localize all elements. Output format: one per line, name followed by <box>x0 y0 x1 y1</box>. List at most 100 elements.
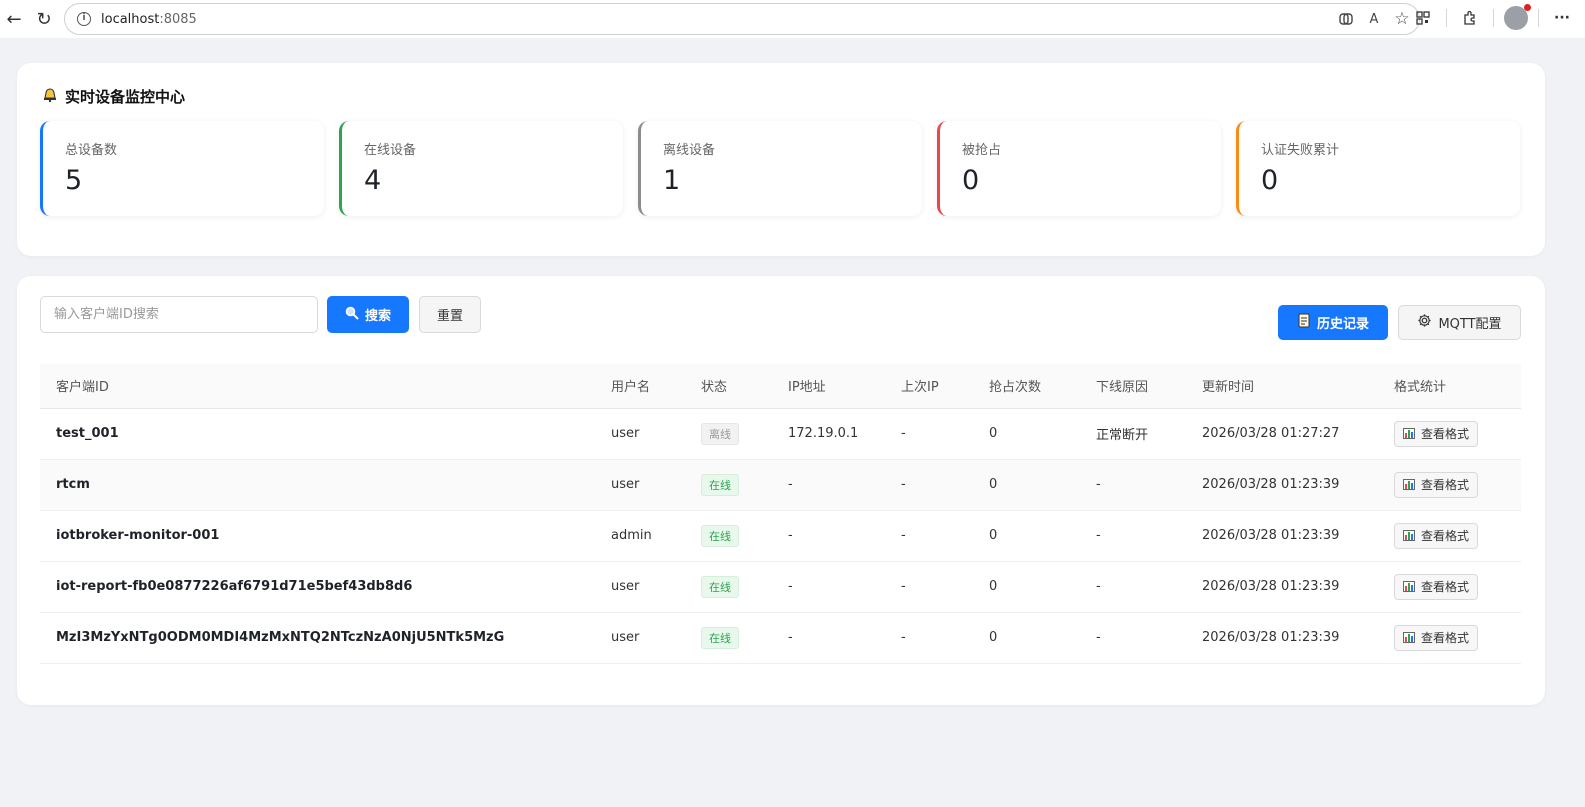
stat-total-devices: 总设备数 5 <box>40 121 324 216</box>
status-badge: 离线 <box>701 422 739 445</box>
device-table: 客户端ID 用户名 状态 IP地址 上次IP 抢占次数 下线原因 更新时间 格式… <box>40 364 1521 664</box>
cell-preempt: 0 <box>973 561 1080 613</box>
cell-last-ip: - <box>885 510 973 562</box>
search-button[interactable]: 搜索 <box>327 296 409 333</box>
col-updated-time[interactable]: 更新时间 <box>1186 364 1378 409</box>
address-bar[interactable]: i localhost:8085 A ☆ <box>64 3 1420 35</box>
col-client-id[interactable]: 客户端ID <box>40 364 595 409</box>
view-format-button[interactable]: 查看格式 <box>1394 624 1479 651</box>
profile-avatar[interactable] <box>1504 4 1531 30</box>
url-text[interactable]: localhost:8085 <box>101 12 197 27</box>
table-row: MzI3MzYxNTg0ODM0MDI4MzMxNTQ2NTczNzA0NjU5… <box>40 612 1521 664</box>
cell-ip: - <box>772 612 885 664</box>
history-button-label: 历史记录 <box>1316 317 1369 332</box>
bell-icon <box>41 85 59 107</box>
status-badge: 在线 <box>701 473 739 496</box>
col-last-ip[interactable]: 上次IP <box>885 364 973 409</box>
cell-action: 查看格式 <box>1378 510 1521 562</box>
cell-username: admin <box>595 510 685 562</box>
toolbar-divider <box>1538 9 1539 27</box>
cell-updated: 2026/03/28 01:23:39 <box>1186 459 1378 511</box>
col-offline-reason[interactable]: 下线原因 <box>1080 364 1186 409</box>
cell-action: 查看格式 <box>1378 612 1521 664</box>
col-ip[interactable]: IP地址 <box>772 364 885 409</box>
toolbar-divider <box>1446 9 1447 27</box>
search-button-label: 搜索 <box>364 309 391 324</box>
col-username[interactable]: 用户名 <box>595 364 685 409</box>
cell-username: user <box>595 408 685 460</box>
browser-toolbar: ← ↻ i localhost:8085 A ☆ ··· <box>0 0 1585 38</box>
stat-online-devices: 在线设备 4 <box>339 121 623 216</box>
status-badge: 在线 <box>701 575 739 598</box>
view-format-button[interactable]: 查看格式 <box>1394 471 1479 498</box>
cell-updated: 2026/03/28 01:23:39 <box>1186 612 1378 664</box>
bar-chart-icon <box>1403 479 1415 490</box>
table-row: rtcm user 在线 - - 0 - 2026/03/28 01:23:39… <box>40 459 1521 511</box>
magnifier-icon <box>345 306 359 324</box>
info-icon[interactable]: i <box>77 12 91 26</box>
cell-status: 在线 <box>685 510 772 562</box>
col-format-stats[interactable]: 格式统计 <box>1378 364 1521 409</box>
table-row: test_001 user 离线 172.19.0.1 - 0 正常断开 202… <box>40 408 1521 460</box>
cell-ip: - <box>772 510 885 562</box>
stat-value: 0 <box>962 165 980 196</box>
cell-preempt: 0 <box>973 408 1080 460</box>
extensions-icon[interactable] <box>1457 5 1483 31</box>
stat-value: 5 <box>65 165 83 196</box>
cell-updated: 2026/03/28 01:23:39 <box>1186 561 1378 613</box>
copilot-icon[interactable] <box>1335 8 1357 30</box>
cell-reason: - <box>1080 612 1186 664</box>
qr-code-icon[interactable] <box>1410 5 1436 31</box>
view-format-button[interactable]: 查看格式 <box>1394 420 1479 447</box>
cell-username: user <box>595 561 685 613</box>
cell-status: 在线 <box>685 561 772 613</box>
stat-preempted: 被抢占 0 <box>937 121 1221 216</box>
cell-reason: - <box>1080 459 1186 511</box>
reset-button[interactable]: 重置 <box>419 296 481 333</box>
cell-preempt: 0 <box>973 510 1080 562</box>
cell-client-id: rtcm <box>40 459 595 511</box>
client-id-search-input[interactable] <box>40 296 318 333</box>
panel-title: 实时设备监控中心 <box>41 85 185 107</box>
col-preempt-count[interactable]: 抢占次数 <box>973 364 1080 409</box>
cell-ip: - <box>772 561 885 613</box>
bar-chart-icon <box>1403 428 1415 439</box>
col-status[interactable]: 状态 <box>685 364 772 409</box>
cell-status: 在线 <box>685 612 772 664</box>
table-header-row: 客户端ID 用户名 状态 IP地址 上次IP 抢占次数 下线原因 更新时间 格式… <box>40 364 1521 409</box>
status-badge: 在线 <box>701 626 739 649</box>
cell-action: 查看格式 <box>1378 459 1521 511</box>
stat-label: 认证失败累计 <box>1261 143 1340 158</box>
history-button[interactable]: 历史记录 <box>1278 305 1388 340</box>
cell-last-ip: - <box>885 459 973 511</box>
back-arrow-icon[interactable]: ← <box>0 5 28 33</box>
cell-updated: 2026/03/28 01:27:27 <box>1186 408 1378 460</box>
cell-status: 离线 <box>685 408 772 460</box>
reload-icon[interactable]: ↻ <box>30 5 58 33</box>
stat-label: 在线设备 <box>364 143 417 158</box>
view-format-button[interactable]: 查看格式 <box>1394 573 1479 600</box>
table-row: iotbroker-monitor-001 admin 在线 - - 0 - 2… <box>40 510 1521 562</box>
stat-value: 0 <box>1261 165 1279 196</box>
stat-label: 离线设备 <box>663 143 716 158</box>
stat-offline-devices: 离线设备 1 <box>638 121 922 216</box>
read-aloud-icon[interactable]: A <box>1363 8 1385 30</box>
cell-last-ip: - <box>885 561 973 613</box>
view-format-button[interactable]: 查看格式 <box>1394 522 1479 549</box>
gear-icon <box>1417 313 1432 332</box>
more-menu-icon[interactable]: ··· <box>1549 5 1575 31</box>
cell-preempt: 0 <box>973 459 1080 511</box>
device-table-panel: 搜索 重置 历史记录 MQTT配置 客户端ID 用户名 状态 IP地址 上次IP… <box>17 276 1545 705</box>
cell-client-id: test_001 <box>40 408 595 460</box>
mqtt-config-button[interactable]: MQTT配置 <box>1398 305 1521 340</box>
mqtt-config-button-label: MQTT配置 <box>1438 317 1502 332</box>
status-badge: 在线 <box>701 524 739 547</box>
cell-ip: - <box>772 459 885 511</box>
toolbar-divider <box>1493 9 1494 27</box>
cell-client-id: iot-report-fb0e0877226af6791d71e5bef43db… <box>40 561 595 613</box>
cell-action: 查看格式 <box>1378 408 1521 460</box>
stat-label: 总设备数 <box>65 143 118 158</box>
stats-panel: 实时设备监控中心 总设备数 5 在线设备 4 离线设备 1 被抢占 0 认证失败… <box>17 63 1545 256</box>
table-row: iot-report-fb0e0877226af6791d71e5bef43db… <box>40 561 1521 613</box>
stat-auth-failures: 认证失败累计 0 <box>1236 121 1520 216</box>
